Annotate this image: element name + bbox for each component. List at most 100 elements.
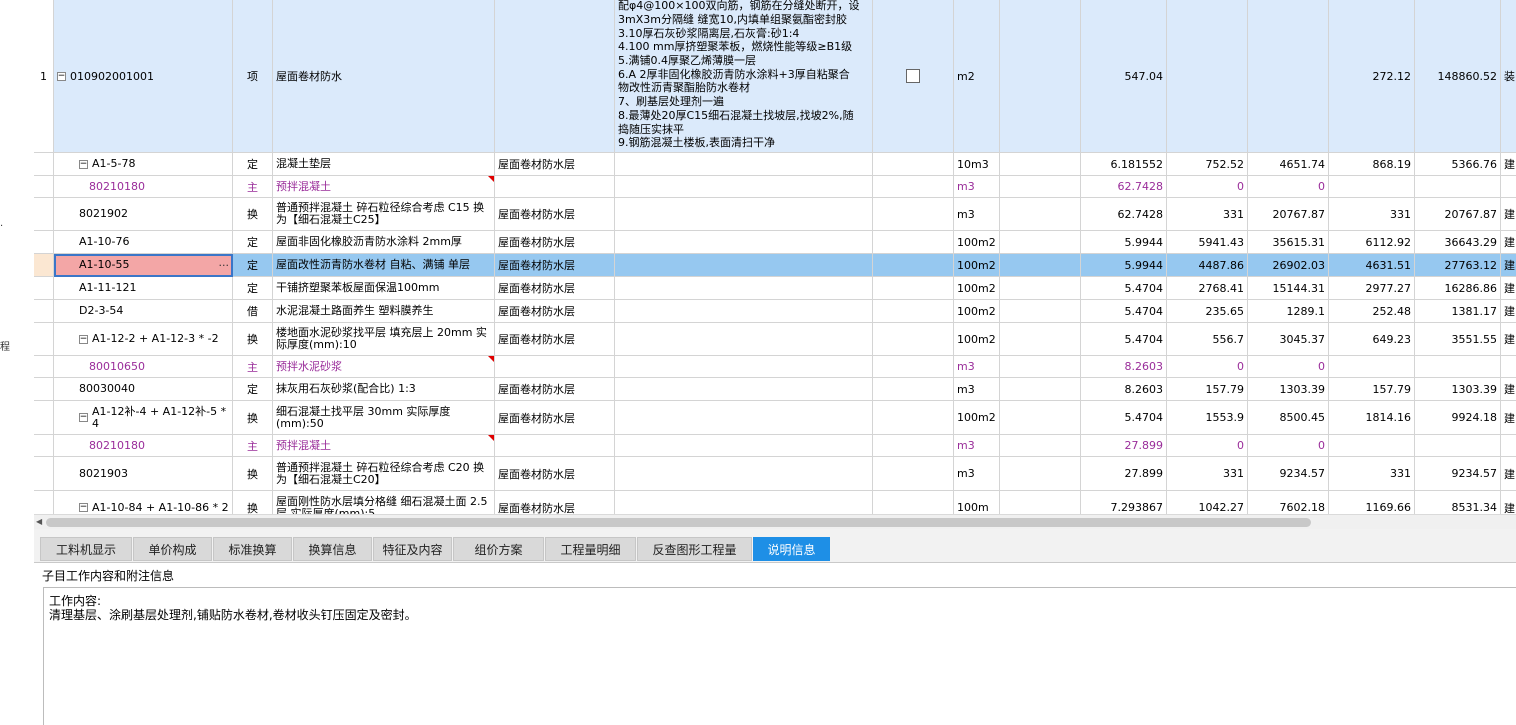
tab-5[interactable]: 特征及内容 [373, 537, 452, 561]
code-cell[interactable]: A1-11-121 [54, 277, 233, 300]
tab-8[interactable]: 反查图形工程量 [637, 537, 752, 561]
features-cell[interactable]: 配φ4@100×100双向筋，钢筋在分缝处断开，设 3mX3m分隔缝 缝宽10,内… [615, 0, 873, 153]
tab-2[interactable]: 单价构成 [133, 537, 212, 561]
code-cell[interactable]: − A1-12补-4 + A1-12补-5 * 4 [54, 401, 233, 435]
name-cell[interactable]: 屋面改性沥青防水卷材 自粘、满铺 单层 [273, 254, 495, 277]
unit-cell: 100m2 [954, 401, 1000, 435]
blank-cell [873, 323, 954, 356]
code-cell[interactable]: − A1-10-84 + A1-10-86 * 2 [54, 491, 233, 514]
name-cell[interactable]: 预拌水泥砂浆 [273, 356, 495, 378]
code-cell[interactable]: 80210180 [54, 176, 233, 198]
t2-cell: 3551.55 [1415, 323, 1501, 356]
t1-cell: 1303.39 [1248, 378, 1329, 401]
t1-cell: 3045.37 [1248, 323, 1329, 356]
name-cell[interactable]: 屋面刚性防水层填分格缝 细石混凝土面 2.5 层 实际厚度(mm):5 [273, 491, 495, 514]
tab-7[interactable]: 工程量明细 [545, 537, 636, 561]
code-cell[interactable]: A1-10-76 [54, 231, 233, 254]
tab-6[interactable]: 组价方案 [453, 537, 544, 561]
type-cell: 主 [233, 435, 273, 457]
code-cell[interactable]: 8021902 [54, 198, 233, 231]
blank-cell [873, 198, 954, 231]
code-cell[interactable]: − A1-5-78 [54, 153, 233, 176]
t1-cell: 4651.74 [1248, 153, 1329, 176]
name-cell[interactable]: 干铺挤塑聚苯板屋面保温100mm [273, 277, 495, 300]
tab-9[interactable]: 说明信息 [753, 537, 830, 561]
table-row[interactable]: 80210180 主预拌混凝土 m3 27.899 0 0 [34, 435, 1516, 457]
table-row[interactable]: A1-11-121 定干铺挤塑聚苯板屋面保温100mm 屋面卷材防水层 100m2 5.… [34, 277, 1516, 300]
table-row-main[interactable]: 1 − 010902001001 项 屋面卷材防水 配φ4@100×100双向筋… [34, 0, 1516, 153]
table-row[interactable]: A1-10-55 ··· 定屋面改性沥青防水卷材 自粘、满铺 单层 屋面卷材防水层 10… [34, 254, 1516, 277]
name-cell[interactable]: 普通预拌混凝土 碎石粒径综合考虑 C15 换为【细石混凝土C25】 [273, 198, 495, 231]
horizontal-scrollbar[interactable]: ◀ [34, 514, 1516, 530]
table-row[interactable]: 80030040 定抹灰用石灰砂浆(配合比) 1:3 屋面卷材防水层 m3 8.2603… [34, 378, 1516, 401]
name-cell[interactable]: 混凝土垫层 [273, 153, 495, 176]
code-cell[interactable]: 80010650 [54, 356, 233, 378]
code-cell[interactable]: 80210180 [54, 435, 233, 457]
t2-cell: 1303.39 [1415, 378, 1501, 401]
table-row[interactable]: D2-3-54 借水泥混凝土路面养生 塑料膜养生 屋面卷材防水层 100m2 5.470… [34, 300, 1516, 323]
p1-cell: 235.65 [1167, 300, 1248, 323]
tab-4[interactable]: 换算信息 [293, 537, 372, 561]
blank-cell [873, 300, 954, 323]
table-row[interactable]: − A1-5-78 定混凝土垫层 屋面卷材防水层 10m3 6.181552 752.52 4… [34, 153, 1516, 176]
code-cell[interactable]: D2-3-54 [54, 300, 233, 323]
p2-cell: 331 [1329, 457, 1415, 491]
name-cell[interactable]: 普通预拌混凝土 碎石粒径综合考虑 C20 换为【细石混凝土C20】 [273, 457, 495, 491]
type-cell: 换 [233, 198, 273, 231]
tab-1[interactable]: 工料机显示 [40, 537, 132, 561]
checkbox[interactable] [906, 69, 920, 83]
table-row[interactable]: − A1-12-2 + A1-12-3 * -2 换楼地面水泥砂浆找平层 填充层上 … [34, 323, 1516, 356]
blank-cell [1000, 323, 1081, 356]
unit-cell: m2 [954, 0, 1000, 153]
ellipsis-button[interactable]: ··· [219, 259, 230, 272]
blank-cell [1000, 457, 1081, 491]
t1-cell: 20767.87 [1248, 198, 1329, 231]
collapse-icon[interactable]: − [79, 503, 88, 512]
table-row[interactable]: − A1-10-84 + A1-10-86 * 2 换屋面刚性防水层填分格缝 细石混… [34, 491, 1516, 514]
row-number [34, 231, 54, 254]
code-cell[interactable]: 8021903 [54, 457, 233, 491]
blank-cell [1000, 300, 1081, 323]
name-cell[interactable]: 屋面非固化橡胶沥青防水涂料 2mm厚 [273, 231, 495, 254]
t1-cell: 0 [1248, 356, 1329, 378]
table-row[interactable]: A1-10-76 定屋面非固化橡胶沥青防水涂料 2mm厚 屋面卷材防水层 100m2 5… [34, 231, 1516, 254]
name-cell[interactable]: 抹灰用石灰砂浆(配合比) 1:3 [273, 378, 495, 401]
p2-cell: 1814.16 [1329, 401, 1415, 435]
table-row[interactable]: 80010650 主预拌水泥砂浆 m3 8.2603 0 0 [34, 356, 1516, 378]
collapse-icon[interactable]: − [79, 413, 88, 422]
code-cell[interactable]: − A1-12-2 + A1-12-3 * -2 [54, 323, 233, 356]
name-text: 预拌混凝土 [276, 179, 331, 193]
collapse-icon[interactable]: − [57, 71, 66, 81]
name-cell[interactable]: 预拌混凝土 [273, 435, 495, 457]
name-cell[interactable]: 水泥混凝土路面养生 塑料膜养生 [273, 300, 495, 323]
name-text: 预拌水泥砂浆 [276, 359, 342, 373]
info-textbox[interactable]: 工作内容: 清理基层、涂刷基层处理剂,铺贴防水卷材,卷材收头钉压固定及密封。 [43, 587, 1516, 725]
collapse-icon[interactable]: − [79, 159, 88, 169]
total1-cell [1248, 0, 1329, 153]
name-cell[interactable]: 细石混凝土找平层 30mm 实际厚度(mm):50 [273, 401, 495, 435]
p2-cell: 649.23 [1329, 323, 1415, 356]
t1-cell: 9234.57 [1248, 457, 1329, 491]
name-cell[interactable]: 楼地面水泥砂浆找平层 填充层上 20mm 实际厚度(mm):10 [273, 323, 495, 356]
table-row[interactable]: 80210180 主预拌混凝土 m3 62.7428 0 0 [34, 176, 1516, 198]
p1-cell: 0 [1167, 435, 1248, 457]
table-row[interactable]: − A1-12补-4 + A1-12补-5 * 4 换细石混凝土找平层 30mm 实… [34, 401, 1516, 435]
tab-3[interactable]: 标准换算 [213, 537, 292, 561]
table-row[interactable]: 8021902 换普通预拌混凝土 碎石粒径综合考虑 C15 换为【细石混凝土C25… [34, 198, 1516, 231]
extra-cell: 装 [1501, 0, 1516, 153]
scroll-left-icon[interactable]: ◀ [36, 517, 42, 526]
code-cell[interactable]: − 010902001001 [54, 0, 233, 153]
t2-cell: 9924.18 [1415, 401, 1501, 435]
feature-line: 7、刷基层处理剂一遍 [618, 95, 724, 109]
code-cell[interactable]: 80030040 [54, 378, 233, 401]
name-cell[interactable]: 预拌混凝土 [273, 176, 495, 198]
code-cell[interactable]: A1-10-55 ··· [54, 254, 233, 277]
name-cell[interactable]: 屋面卷材防水 [273, 0, 495, 153]
table-row[interactable]: 8021903 换普通预拌混凝土 碎石粒径综合考虑 C20 换为【细石混凝土C20… [34, 457, 1516, 491]
ex-cell: 建 [1501, 254, 1516, 277]
collapse-icon[interactable]: − [79, 334, 88, 344]
blank-cell [1000, 153, 1081, 176]
total2-cell: 148860.52 [1415, 0, 1501, 153]
ex-cell: 建 [1501, 231, 1516, 254]
scrollbar-thumb[interactable] [46, 518, 1311, 527]
